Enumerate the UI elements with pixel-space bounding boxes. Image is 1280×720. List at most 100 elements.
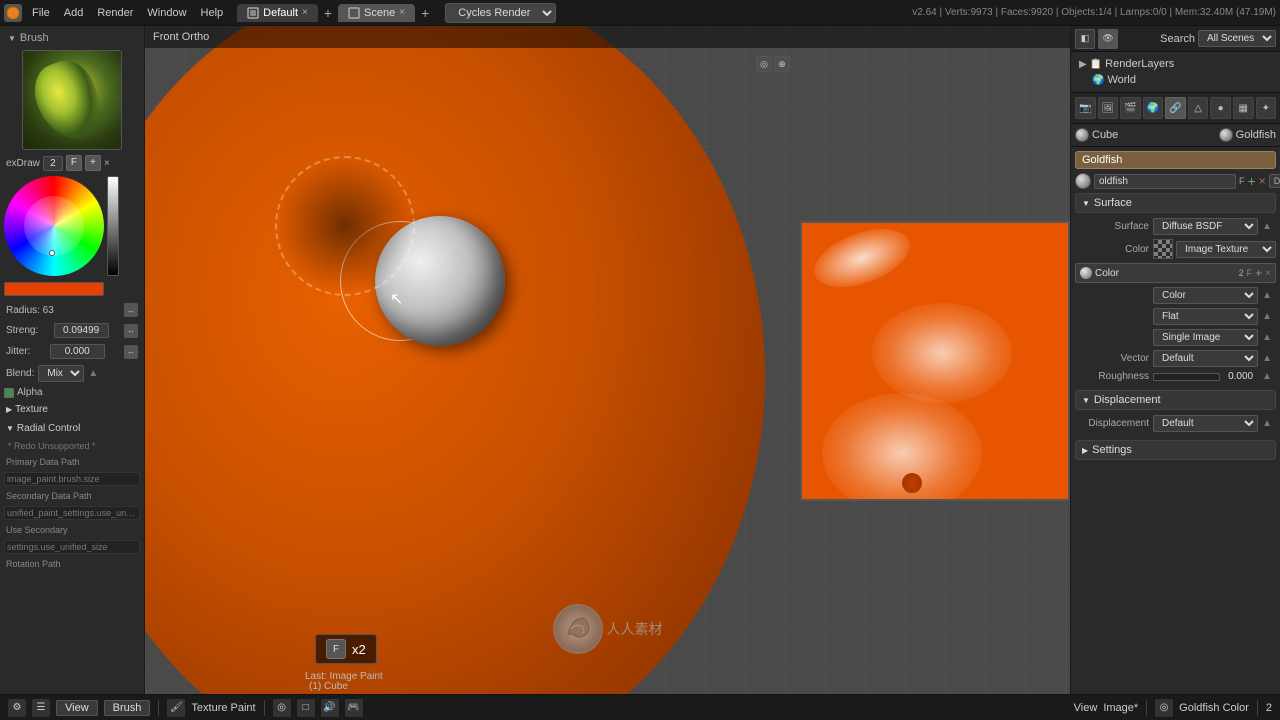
menu-render[interactable]: Render [91,5,139,21]
exdraw-plus[interactable]: + [85,155,101,171]
surface-label: Surface [1079,221,1149,232]
goldfish-label: Goldfish [1236,129,1276,141]
prop-icon-texture[interactable]: ▦ [1233,97,1254,119]
thumbnail-window [800,221,1070,501]
exdraw-f-btn[interactable]: F [66,155,82,171]
cs-add-btn[interactable]: + [1255,266,1262,280]
menu-add[interactable]: Add [58,5,90,21]
render-engine-selector[interactable]: Cycles Render [445,3,556,23]
properties-icons-bar: 📷 🖼 🎬 🌍 🔗 △ ● ▦ ✦ [1071,93,1280,124]
renderlayers-icon-2: 📋 [1090,59,1102,70]
goldfish-sphere-icon [1219,128,1233,142]
settings-header[interactable]: ▶ Settings [1075,440,1276,460]
prop-icon-render[interactable]: 🖼 [1098,97,1119,119]
bb-texture-icon[interactable]: 🖌 [167,699,185,717]
settings-path[interactable]: settings.use_unified_size [4,540,140,554]
cube-tab[interactable]: Cube [1075,128,1118,142]
strength-value[interactable]: 0.09499 [54,323,109,338]
outliner-world[interactable]: 🌍 World [1075,72,1276,88]
prop-icon-object[interactable]: 🔗 [1165,97,1186,119]
exdraw-row: exDraw 2 F + × [4,154,140,172]
bb-icon-3[interactable]: ◎ [273,699,291,717]
tab-scene[interactable]: Scene × [338,4,415,22]
cs-x-btn[interactable]: × [1265,268,1271,279]
roughness-slider[interactable] [1153,373,1220,381]
surface-type-dropdown[interactable]: Diffuse BSDF [1153,218,1258,235]
color-sub-dropdown[interactable]: Color [1153,287,1258,304]
tab-add-button[interactable]: + [320,5,336,21]
bb-icon-engine[interactable]: ◎ [1155,699,1173,717]
properties-panel: F + × Data ▼ Surface Surface Diffuse BSD… [1071,147,1280,694]
blend-dropdown[interactable]: Mix [38,365,84,382]
texture-section[interactable]: ▶ Texture [4,402,140,417]
rp-toggle-btn[interactable]: ◧ [1075,29,1095,49]
viewport-ctrl-1[interactable]: ◎ [756,56,772,72]
alpha-checkbox[interactable] [4,388,14,398]
prop-icon-world[interactable]: 🌍 [1143,97,1164,119]
bb-icon-6[interactable]: 🎮 [345,699,363,717]
radial-label: Radial Control [17,423,80,434]
tab-default[interactable]: Default × [237,4,318,22]
surface-section: ▼ Surface Surface Diffuse BSDF ▲ Color [1075,193,1276,384]
exdraw-close[interactable]: × [104,158,110,169]
color-type-dropdown[interactable]: Image Texture [1176,241,1276,258]
cs-color-label: Color [1095,268,1236,279]
bb-sep-1 [158,700,159,716]
all-scenes-dropdown[interactable]: All Scenes [1198,30,1276,47]
primary-data-path[interactable]: image_paint.brush.size [4,472,140,486]
color-brightness-slider[interactable] [107,176,119,276]
vector-dropdown[interactable]: Default [1153,350,1258,367]
mat-x-btn[interactable]: × [1259,174,1266,188]
settings-section: ▶ Settings [1075,440,1276,460]
flat-dropdown[interactable]: Flat [1153,308,1258,325]
outliner-renderlayers[interactable]: ▶ 📋 RenderLayers [1075,56,1276,72]
tab-default-close[interactable]: × [302,7,308,18]
displacement-arrow: ▲ [1262,418,1272,429]
radial-control-section[interactable]: ▼ Radial Control [4,421,140,436]
displacement-header[interactable]: ▼ Displacement [1075,390,1276,410]
radius-icon[interactable]: ↔ [124,303,138,317]
tab-scene-add[interactable]: + [417,5,433,21]
view-btn[interactable]: View [56,700,98,716]
jitter-icon[interactable]: ↔ [124,345,138,359]
surface-section-header[interactable]: ▼ Surface [1075,193,1276,213]
texture-label: Texture [15,404,48,415]
displacement-dropdown[interactable]: Default [1153,415,1258,432]
strength-icon[interactable]: ↔ [124,324,138,338]
menu-file[interactable]: File [26,5,56,21]
secondary-data-path[interactable]: unified_paint_settings.use_unified_size [4,506,140,520]
single-image-dropdown[interactable]: Single Image [1153,329,1258,346]
center-viewport[interactable]: ↖ Front Ortho ◎ ⊕ F x2 Last: Image Paint [145,26,1070,694]
cube-sphere-icon [1075,128,1089,142]
color-wheel[interactable] [4,176,104,276]
prop-icon-scene[interactable]: 🎬 [1120,97,1141,119]
watermark-text: 人人素材 [607,619,663,639]
active-color-swatch[interactable] [4,282,104,296]
mat-name-field[interactable] [1094,174,1236,189]
world-label: World [1107,74,1136,86]
bb-icon-5[interactable]: 🔊 [321,699,339,717]
material-name-input[interactable] [1075,151,1276,169]
surface-tri: ▼ [1082,199,1090,208]
prop-icon-data[interactable]: △ [1188,97,1209,119]
bb-icon-4[interactable]: □ [297,699,315,717]
mat-plus-btn[interactable]: + [1248,173,1256,189]
jitter-value[interactable]: 0.000 [50,344,105,359]
bb-icon-1[interactable]: ⚙ [8,699,26,717]
single-image-arrow: ▲ [1262,332,1272,343]
brush-btn[interactable]: Brush [104,700,151,716]
rp-view-btn[interactable]: 👁 [1098,29,1118,49]
tab-scene-close[interactable]: × [399,7,405,18]
goldfish-tab[interactable]: Goldfish [1219,128,1276,142]
exdraw-num[interactable]: 2 [43,156,63,171]
prop-icon-particles[interactable]: ✦ [1256,97,1277,119]
prop-icon-camera[interactable]: 📷 [1075,97,1096,119]
texture-paint-label: Texture Paint [191,702,255,714]
menu-window[interactable]: Window [141,5,192,21]
menu-help[interactable]: Help [195,5,230,21]
img-texture-swatch [1153,239,1173,259]
prop-icon-material[interactable]: ● [1210,97,1231,119]
flat-arrow: ▲ [1262,311,1272,322]
viewport-ctrl-2[interactable]: ⊕ [774,56,790,72]
bb-icon-2[interactable]: ☰ [32,699,50,717]
